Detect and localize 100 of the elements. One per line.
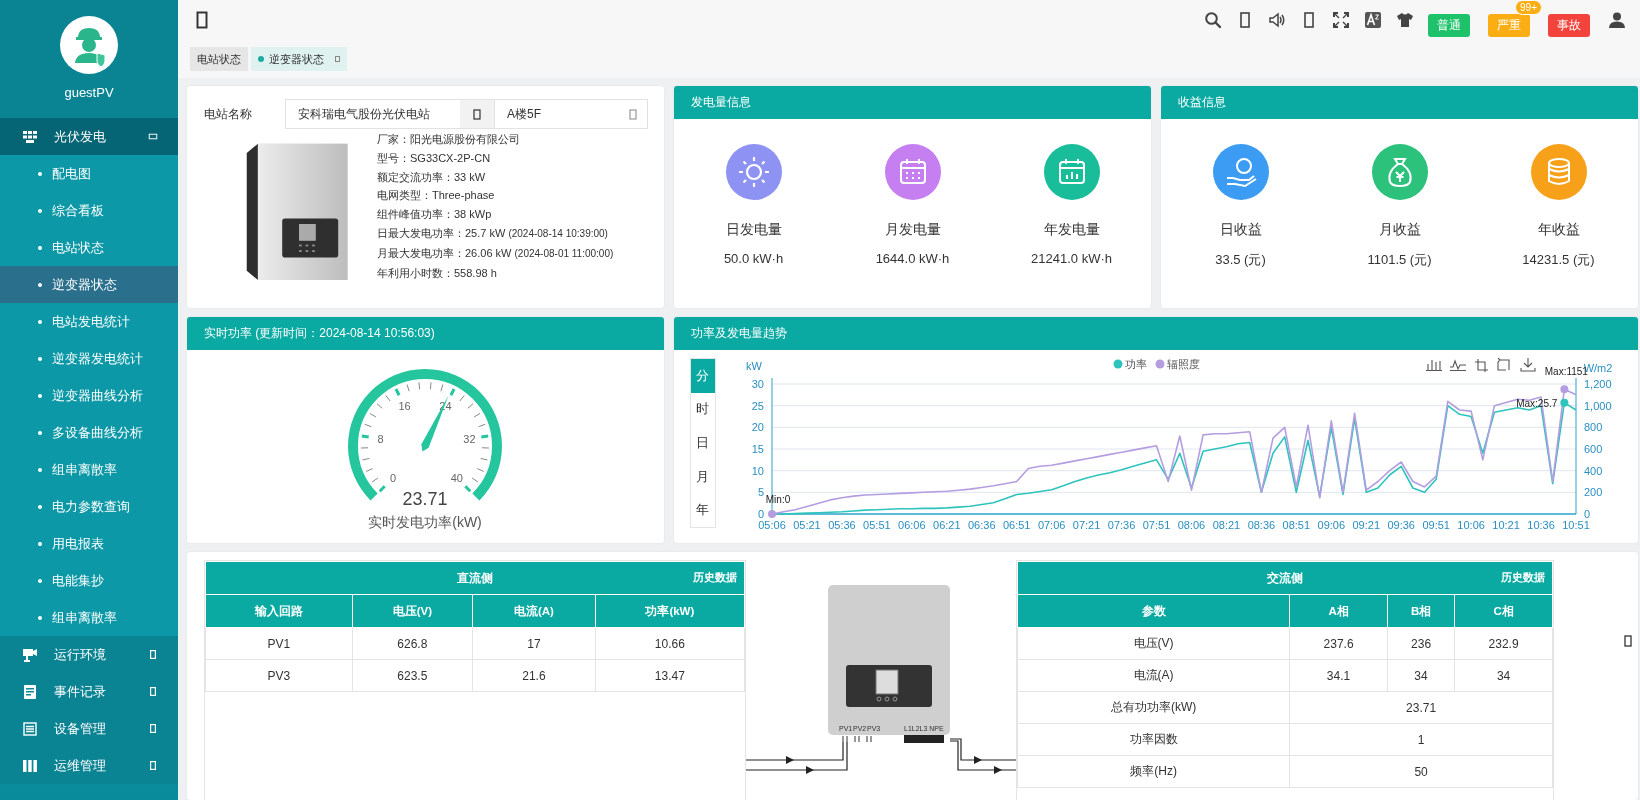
- table-cell: 13.47: [595, 659, 745, 692]
- line-chart-icon[interactable]: [1449, 359, 1467, 372]
- table-cell: 21.6: [472, 659, 596, 692]
- user-icon[interactable]: [1608, 11, 1626, 29]
- table-cell: 功率因数: [1017, 723, 1290, 756]
- search-icon[interactable]: [1204, 11, 1222, 29]
- tick-label: 1,200: [1584, 378, 1612, 390]
- stat-label: 月发电量: [884, 221, 941, 239]
- table-cell: 频率(Hz): [1017, 755, 1290, 788]
- square-icon: [148, 133, 158, 140]
- menu-item[interactable]: 电站发电统计: [0, 303, 178, 340]
- menu-item[interactable]: 组串离散率: [0, 599, 178, 636]
- stat-value: 21241.0 kW·h: [1031, 251, 1112, 266]
- menu-group[interactable]: 设备管理: [0, 710, 178, 747]
- stat-label: 月收益: [1378, 221, 1421, 239]
- square-icon: [150, 761, 156, 770]
- menu-item[interactable]: 电站状态: [0, 229, 178, 266]
- download-icon[interactable]: [1520, 358, 1536, 372]
- bullet-icon: [38, 356, 42, 361]
- menu-item[interactable]: 逆变器状态: [0, 266, 178, 303]
- gauge-tick-label: 8: [378, 432, 385, 445]
- station-select[interactable]: 安科瑞电气股份光伏电站: [285, 99, 495, 129]
- card-title: 功率及发电量趋势: [691, 325, 787, 342]
- spec-text: 组件峰值功率：38 kWp: [377, 207, 493, 223]
- table-cell: 34: [1387, 659, 1455, 692]
- tick-label: 05:36: [828, 519, 856, 531]
- gauge-value: 23.71: [402, 488, 448, 509]
- page-tab[interactable]: 电站状态: [190, 47, 248, 71]
- menu-item[interactable]: 逆变器曲线分析: [0, 377, 178, 414]
- tick-label: 15: [751, 443, 764, 455]
- table-cell: 17: [472, 627, 596, 660]
- bullet-icon: [38, 393, 42, 398]
- document-icon: [22, 683, 38, 700]
- field-label: 电站名称: [204, 105, 253, 123]
- menu-item[interactable]: 电能集抄: [0, 562, 178, 599]
- avatar-icon[interactable]: [60, 16, 118, 74]
- tick-label: 08:36: [1247, 519, 1276, 531]
- tick-label: 07:36: [1107, 519, 1136, 531]
- tick-label: 10:36: [1527, 519, 1555, 531]
- tick-label: 08:06: [1177, 519, 1206, 531]
- spec-text: 型号：SG33CX-2P-CN: [377, 150, 492, 166]
- fullscreen-icon[interactable]: [1332, 11, 1350, 29]
- menu-group[interactable]: 光伏发电: [0, 118, 178, 155]
- table-cell: 232.9: [1454, 627, 1553, 660]
- speaker-icon[interactable]: [1268, 11, 1286, 29]
- square-icon: [150, 650, 156, 659]
- tick-label: 08:51: [1282, 519, 1311, 531]
- device-select[interactable]: A楼5F: [495, 99, 648, 129]
- tick-label: 25: [751, 399, 764, 412]
- tick-label: 10:51: [1562, 519, 1590, 531]
- history-link[interactable]: 历史数据: [693, 570, 737, 585]
- stat-value: 50.0 kW·h: [723, 251, 784, 266]
- tick-label: 06:21: [933, 519, 961, 531]
- tick-label: 06:36: [967, 519, 996, 531]
- tick-label: 600: [1584, 443, 1603, 455]
- marker-dot: [768, 510, 776, 518]
- menu-group[interactable]: 运行环境: [0, 636, 178, 673]
- square-icon: [150, 687, 156, 696]
- tick-label: 30: [751, 378, 764, 390]
- legend-item[interactable]: 功率: [1113, 358, 1147, 370]
- shirt-icon[interactable]: [1396, 11, 1414, 29]
- history-link[interactable]: 历史数据: [1501, 570, 1545, 585]
- table-cell: 237.6: [1289, 627, 1388, 660]
- stat-value: 14231.5 (元): [1522, 251, 1595, 269]
- grid-icon: [22, 128, 38, 145]
- restore-icon[interactable]: [1497, 358, 1510, 371]
- spec-text: 额定交流功率：33 kW: [377, 169, 487, 185]
- tick-label: 20: [751, 421, 764, 434]
- bullet-icon: [38, 615, 42, 620]
- count-badge: 99+: [1515, 0, 1542, 15]
- menu-item[interactable]: 综合看板: [0, 192, 178, 229]
- gauge-tick-label: 32: [463, 432, 477, 445]
- legend-item[interactable]: 辐照度: [1155, 358, 1200, 370]
- table-cell: 1: [1289, 723, 1553, 756]
- period-tab[interactable]: 分: [691, 359, 715, 393]
- bar-chart-icon[interactable]: [1425, 359, 1443, 372]
- menu-item[interactable]: 逆变器发电统计: [0, 340, 178, 377]
- list-icon: [22, 720, 38, 737]
- alarm-level-button[interactable]: 事故: [1548, 13, 1590, 37]
- card-title: 收益信息: [1178, 94, 1226, 111]
- stat-value: 33.5 (元): [1215, 251, 1266, 269]
- font-size-icon[interactable]: [1364, 11, 1382, 29]
- gauge-tick-label: 16: [398, 399, 412, 412]
- menu-item[interactable]: 配电图: [0, 155, 178, 192]
- menu-group[interactable]: 事件记录: [0, 673, 178, 710]
- tick-label: 05:21: [793, 519, 821, 531]
- crop-icon[interactable]: [1474, 358, 1489, 373]
- page-tab[interactable]: 逆变器状态: [251, 47, 347, 71]
- user-name: guestPV: [64, 85, 114, 100]
- stat-value: 1101.5 (元): [1367, 251, 1432, 269]
- camera-icon: [22, 646, 38, 663]
- alarm-level-button[interactable]: 普通: [1428, 13, 1470, 37]
- bullet-icon: [38, 430, 42, 435]
- menu-group[interactable]: 运维管理: [0, 747, 178, 784]
- table-cell: PV3: [205, 659, 353, 692]
- tick-label: 10:21: [1492, 519, 1520, 531]
- spec-text: 电网类型：Three-phase: [377, 188, 496, 204]
- alarm-level-button[interactable]: 严重: [1488, 13, 1530, 37]
- bullet-icon: [38, 319, 42, 324]
- tick-label: 09:36: [1387, 519, 1415, 531]
